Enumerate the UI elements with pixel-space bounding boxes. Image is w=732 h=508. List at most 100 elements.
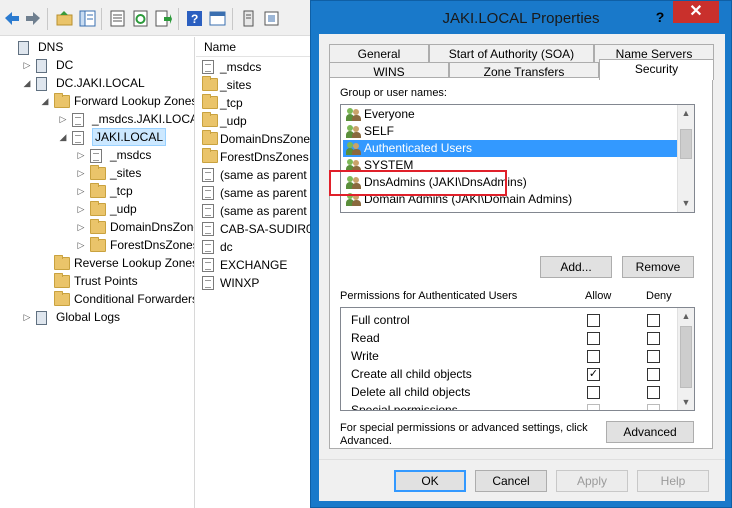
tree-item-label: Trust Points (74, 274, 138, 288)
help-button[interactable]: Help (637, 470, 709, 492)
scroll-up-icon[interactable]: ▲ (678, 105, 694, 121)
expand-icon[interactable]: ▷ (76, 218, 86, 236)
scroll-thumb[interactable] (680, 129, 692, 159)
deny-checkbox[interactable] (647, 368, 660, 381)
collapse-icon[interactable]: ◢ (40, 92, 50, 110)
deny-checkbox[interactable] (647, 350, 660, 363)
permissions-scrollbar[interactable]: ▲ ▼ (677, 308, 694, 410)
up-folder-icon[interactable] (56, 10, 73, 27)
tree-item[interactable]: ▷ Global Logs (0, 308, 194, 326)
expand-icon[interactable]: ▷ (22, 308, 32, 326)
tree-item[interactable]: ▷ ForestDnsZones (0, 236, 195, 254)
server-list-icon[interactable] (240, 10, 257, 27)
tree-item[interactable]: Reverse Lookup Zones (0, 254, 195, 272)
allow-checkbox[interactable] (587, 350, 600, 363)
zone-icon (202, 60, 216, 74)
allow-header: Allow (585, 290, 612, 302)
scroll-down-icon[interactable]: ▼ (678, 195, 694, 211)
tab-security[interactable]: Security (599, 59, 714, 80)
deny-checkbox[interactable] (647, 404, 660, 410)
scroll-thumb[interactable] (680, 326, 692, 388)
tree-item-label: _msdcs (110, 148, 152, 162)
back-arrow-icon[interactable] (3, 10, 20, 27)
user-name: Authenticated Users (364, 141, 473, 155)
deny-checkbox[interactable] (647, 386, 660, 399)
close-button[interactable]: ✕ (673, 1, 719, 23)
folder-icon (90, 201, 106, 216)
zone-icon (72, 130, 88, 145)
advanced-button[interactable]: Advanced (606, 421, 694, 443)
tree-item[interactable]: Trust Points (0, 272, 194, 290)
allow-checkbox[interactable]: ✓ (587, 368, 600, 381)
help-icon[interactable]: ? (186, 10, 203, 27)
user-list-item[interactable]: Authenticated Users (343, 140, 679, 157)
svg-text:?: ? (191, 12, 198, 26)
allow-checkbox[interactable] (587, 386, 600, 399)
allow-checkbox[interactable] (587, 332, 600, 345)
console-icon[interactable] (209, 10, 226, 27)
show-tree-icon[interactable] (79, 10, 96, 27)
cancel-button[interactable]: Cancel (475, 470, 547, 492)
server-icon (36, 58, 52, 73)
allow-checkbox[interactable] (587, 314, 600, 327)
record-icon (202, 240, 216, 254)
deny-checkbox[interactable] (647, 314, 660, 327)
list-item-label: EXCHANGE (220, 258, 288, 272)
allow-checkbox[interactable] (587, 404, 600, 410)
log-icon (36, 310, 52, 325)
permission-row: Delete all child objects (344, 383, 674, 401)
tree-item[interactable]: ▷ _udp (0, 200, 194, 218)
scroll-down-icon[interactable]: ▼ (678, 394, 694, 410)
user-list-item[interactable]: Everyone (343, 106, 679, 123)
name-column-header[interactable]: Name (196, 37, 312, 57)
tree-item-label: Reverse Lookup Zones (74, 256, 195, 270)
record-icon (202, 222, 216, 236)
user-group-icon (346, 142, 361, 155)
apply-button[interactable]: Apply (556, 470, 628, 492)
collapse-icon[interactable]: ◢ (58, 128, 68, 146)
users-scrollbar[interactable]: ▲ ▼ (677, 105, 694, 212)
expand-icon[interactable]: ▷ (76, 200, 86, 218)
refresh-icon[interactable] (132, 10, 149, 27)
scroll-up-icon[interactable]: ▲ (678, 308, 694, 324)
tree-item[interactable]: ▷ DomainDnsZones (0, 218, 194, 236)
export-icon[interactable] (155, 10, 172, 27)
ok-button[interactable]: OK (394, 470, 466, 492)
user-list-item[interactable]: SELF (343, 123, 679, 140)
record-icon[interactable] (263, 10, 280, 27)
properties-icon[interactable] (109, 10, 126, 27)
help-title-button[interactable]: ? (645, 5, 675, 29)
tree-item[interactable]: ▷ _sites (0, 164, 194, 182)
tree-item[interactable]: ▷ _msdcs (0, 146, 194, 164)
tree-item[interactable]: Conditional Forwarders (0, 290, 194, 308)
expand-icon (40, 254, 50, 272)
expand-icon[interactable]: ▷ (76, 182, 86, 200)
add-button[interactable]: Add... (540, 256, 612, 278)
expand-icon[interactable]: ▷ (76, 146, 86, 164)
expand-icon[interactable]: ▷ (22, 56, 32, 74)
tab-general[interactable]: General (329, 44, 429, 62)
tree-item[interactable]: ▷ _tcp (0, 182, 194, 200)
dialog-body: General Start of Authority (SOA) Name Se… (319, 34, 725, 501)
expand-icon[interactable]: ▷ (76, 236, 86, 254)
folder-icon (54, 291, 70, 306)
folder-icon (202, 76, 218, 92)
tree-item[interactable]: ◢ JAKI.LOCAL (0, 128, 194, 146)
collapse-icon[interactable]: ◢ (22, 74, 32, 92)
tree-item[interactable]: DNS (0, 38, 194, 56)
folder-icon (202, 130, 218, 146)
deny-checkbox[interactable] (647, 332, 660, 345)
tab-soa[interactable]: Start of Authority (SOA) (429, 44, 594, 62)
tree-item[interactable]: ▷ DC (0, 56, 194, 74)
tree-item[interactable]: ◢ DC.JAKI.LOCAL (0, 74, 194, 92)
users-listbox[interactable]: Everyone SELF Authenticated Users SYSTEM Dns… (340, 104, 695, 213)
forward-arrow-icon[interactable] (25, 10, 42, 27)
expand-icon[interactable]: ▷ (76, 164, 86, 182)
expand-icon[interactable]: ▷ (58, 110, 68, 128)
tree-item[interactable]: ◢ Forward Lookup Zones (0, 92, 194, 110)
permissions-listbox[interactable]: Full control Read Write Create all child ob… (340, 307, 695, 411)
tree-item[interactable]: ▷ _msdcs.JAKI.LOCAL (0, 110, 194, 128)
list-item-label: dc (220, 240, 233, 254)
remove-button[interactable]: Remove (622, 256, 694, 278)
tree-item-label: ForestDnsZones (110, 238, 195, 252)
